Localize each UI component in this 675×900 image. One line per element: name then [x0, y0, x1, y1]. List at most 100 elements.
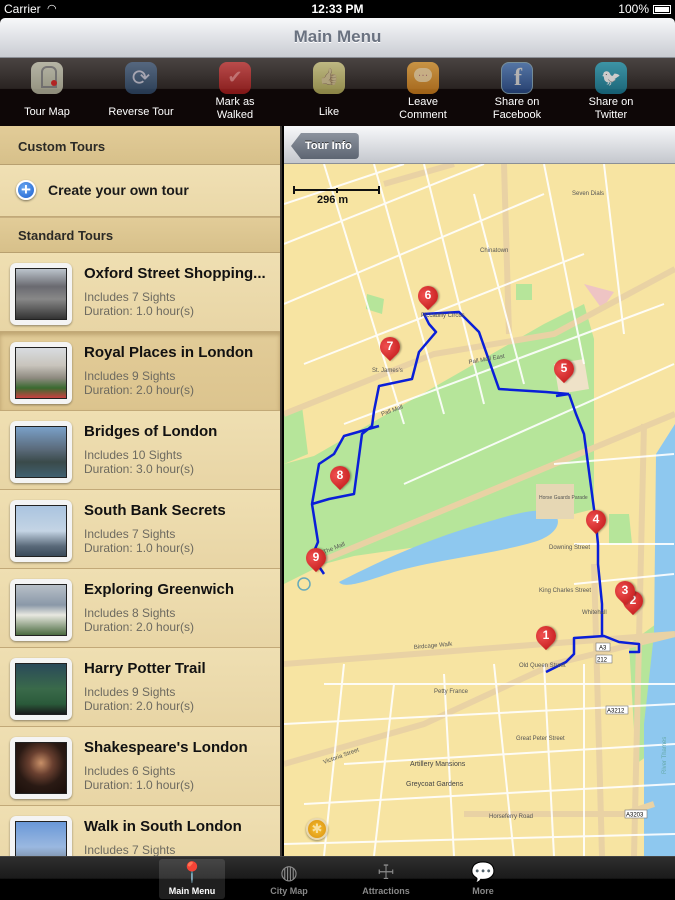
tower-bridge-photo — [15, 426, 67, 478]
tour-sights: Includes 9 Sights — [84, 369, 176, 383]
tour-name: Walk in South London — [84, 818, 242, 835]
map-pin-1[interactable]: 1 — [531, 621, 561, 652]
tour-duration: Duration: 2.0 hour(s) — [84, 383, 195, 397]
share-twitter-button[interactable]: Share on Twitter — [564, 58, 658, 126]
label-greycoat-gardens: Greycoat Gardens — [406, 781, 464, 788]
tab-main-menu[interactable]: 📍 Main Menu — [159, 859, 225, 899]
pin-number: 8 — [336, 468, 344, 482]
tour-row[interactable]: Harry Potter Trail Includes 9 Sights Dur… — [0, 648, 280, 727]
london-eye-photo — [15, 505, 67, 557]
tour-info-back-button[interactable]: Tour Info — [291, 133, 359, 159]
twitter-bird-icon — [595, 62, 627, 94]
tour-sights: Includes 10 Sights — [84, 448, 183, 462]
pin-icon: 📍 — [179, 862, 205, 884]
share-facebook-button[interactable]: Share on Facebook — [470, 58, 564, 126]
thumbs-up-icon — [313, 62, 345, 94]
shield-a3212-north: 212 — [597, 658, 608, 664]
leave-comment-label: Leave Comment — [399, 96, 447, 121]
tour-duration: Duration: 1.0 hour(s) — [84, 778, 195, 792]
oxford-street-photo — [15, 268, 67, 320]
pin-number: 3 — [621, 583, 629, 597]
status-bar: Carrier ◠ 12:33 PM 100% — [0, 0, 675, 18]
horse-guards-parade — [536, 484, 574, 519]
shield-a3203: A3203 — [626, 813, 644, 819]
tab-label: City Map — [270, 886, 308, 896]
tour-thumbnail — [10, 658, 72, 720]
tour-thumbnail — [10, 737, 72, 799]
speech-bubble-icon: 💬 — [470, 862, 496, 884]
tour-duration: Duration: 3.0 hour(s) — [84, 462, 195, 476]
tour-row[interactable]: Walk in South London Includes 7 Sights — [0, 806, 280, 856]
park-patch — [609, 514, 632, 544]
tab-label: Attractions — [362, 886, 410, 896]
pin-number: 4 — [592, 512, 600, 526]
tab-bar: 📍 Main Menu ◍ City Map ☩ Attractions 💬 M… — [0, 856, 675, 900]
tour-duration: Duration: 1.0 hour(s) — [84, 541, 195, 555]
label-horse-guards: Horse Guards Parade — [539, 495, 588, 501]
tour-duration: Duration: 2.0 hour(s) — [84, 699, 195, 713]
pin-number: 5 — [560, 361, 568, 375]
shakespeare-portrait-photo — [15, 742, 67, 794]
create-own-tour-button[interactable]: + Create your own tour — [0, 165, 280, 217]
pin-number: 1 — [542, 628, 550, 642]
scale-tick — [378, 186, 380, 194]
label-chinatown: Chinatown — [480, 248, 508, 254]
like-label: Like — [318, 106, 340, 118]
label-piccadilly-circus: Piccadilly Circus — [421, 313, 465, 319]
tour-thumbnail — [10, 816, 72, 856]
add-circle-icon: + — [16, 180, 36, 200]
map-pin-9[interactable]: 9 — [301, 543, 331, 574]
map-pin-3[interactable]: 3 — [610, 576, 640, 607]
tour-row[interactable]: Oxford Street Shopping... Includes 7 Sig… — [0, 253, 280, 332]
tour-row[interactable]: Bridges of London Includes 10 Sights Dur… — [0, 411, 280, 490]
battery-icon — [653, 5, 671, 14]
pin-number: 9 — [312, 550, 320, 564]
map-pin-6[interactable]: 6 — [413, 281, 443, 312]
tab-attractions[interactable]: ☩ Attractions — [353, 859, 419, 899]
tour-map-icon — [31, 62, 63, 94]
label-whitehall: Whitehall — [582, 610, 607, 616]
tour-map-label: Tour Map — [24, 106, 70, 118]
page-title: Main Menu — [293, 27, 382, 46]
comment-bubble-icon — [407, 62, 439, 94]
south-london-photo — [15, 821, 67, 856]
tab-more[interactable]: 💬 More — [450, 859, 516, 899]
shield-a3: A3 — [599, 646, 607, 652]
tour-row[interactable]: Shakespeare's London Includes 6 Sights D… — [0, 727, 280, 806]
map-pin-8[interactable]: 8 — [325, 461, 355, 492]
tour-row[interactable]: South Bank Secrets Includes 7 Sights Dur… — [0, 490, 280, 569]
tab-label: More — [472, 886, 494, 896]
harry-potter-photo — [15, 663, 67, 715]
reverse-tour-label: Reverse Tour — [108, 106, 174, 118]
tour-row-selected[interactable]: Royal Places in London Includes 9 Sights… — [0, 332, 280, 411]
tour-sights: Includes 7 Sights — [84, 843, 176, 856]
scale-tick — [293, 186, 295, 194]
label-st-james: St. James's — [372, 368, 403, 374]
tour-row[interactable]: Exploring Greenwich Includes 8 Sights Du… — [0, 569, 280, 648]
tour-sights: Includes 7 Sights — [84, 527, 176, 541]
tour-map-button[interactable]: Tour Map — [0, 58, 94, 126]
scale-tick — [336, 188, 338, 193]
battery-percent: 100% — [618, 2, 649, 16]
action-toolbar: Tour Map Reverse Tour Mark as Walked Lik… — [0, 58, 675, 126]
map-canvas[interactable]: Chinatown Seven Dials Piccadilly Circus … — [284, 164, 675, 856]
tour-thumbnail — [10, 500, 72, 562]
label-downing-street: Downing Street — [549, 545, 590, 551]
signpost-icon: ☩ — [377, 862, 395, 884]
map-pin-4[interactable]: 4 — [581, 505, 611, 536]
map-pin-7[interactable]: 7 — [375, 332, 405, 363]
leave-comment-button[interactable]: Leave Comment — [376, 58, 470, 126]
reverse-tour-button[interactable]: Reverse Tour — [94, 58, 188, 126]
mark-as-walked-button[interactable]: Mark as Walked — [188, 58, 282, 126]
like-button[interactable]: Like — [282, 58, 376, 126]
globe-icon: ◍ — [280, 862, 298, 884]
tour-sights: Includes 9 Sights — [84, 685, 176, 699]
label-great-peter-street: Great Peter Street — [516, 736, 565, 742]
tab-city-map[interactable]: ◍ City Map — [256, 859, 322, 899]
locate-me-button[interactable] — [306, 818, 328, 840]
tour-name: Royal Places in London — [84, 344, 254, 361]
buckingham-palace-photo — [15, 347, 67, 399]
tour-list-sidebar[interactable]: Custom Tours + Create your own tour Stan… — [0, 126, 282, 856]
map-pin-5[interactable]: 5 — [549, 354, 579, 385]
tour-map[interactable]: Tour Info Chinatown Seven Dials Piccadil… — [284, 126, 675, 856]
